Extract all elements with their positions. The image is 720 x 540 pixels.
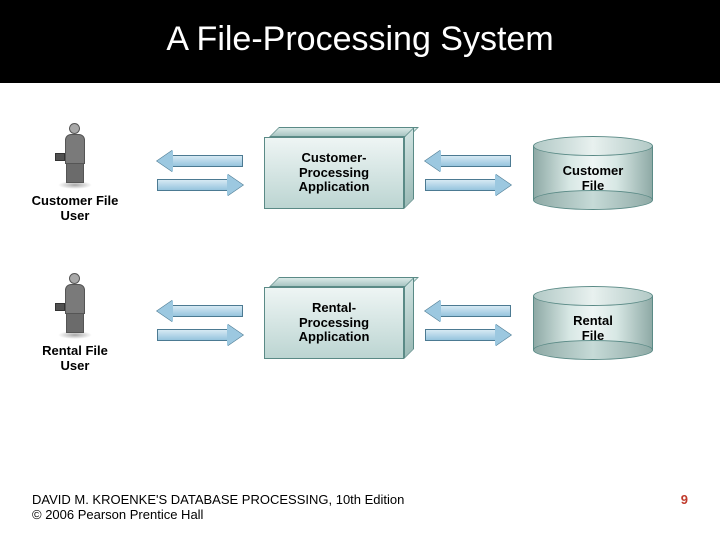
flow-row-rental: Rental File User Rental- Processing Appl… (0, 258, 720, 388)
footer-attribution: DAVID M. KROENKE'S DATABASE PROCESSING, … (32, 492, 404, 522)
arrow-left-icon (425, 152, 511, 170)
file-label: Customer File (533, 164, 653, 194)
user-label: Customer File User (0, 194, 150, 224)
arrow-right-icon (157, 326, 243, 344)
arrow-pair (418, 302, 518, 344)
database-cylinder-icon: Customer File (533, 136, 653, 210)
slide-title: A File-Processing System (0, 20, 720, 59)
user-column: Customer File User (0, 123, 150, 224)
application-column: Rental- Processing Application (250, 287, 418, 359)
arrow-pair (150, 152, 250, 194)
arrow-left-icon (425, 302, 511, 320)
application-box: Customer- Processing Application (264, 137, 404, 209)
application-label: Rental- Processing Application (264, 287, 404, 359)
person-icon (59, 123, 91, 185)
arrow-right-icon (425, 176, 511, 194)
application-box: Rental- Processing Application (264, 287, 404, 359)
arrow-right-icon (425, 326, 511, 344)
application-label: Customer- Processing Application (264, 137, 404, 209)
arrow-left-icon (157, 152, 243, 170)
arrow-pair (418, 152, 518, 194)
diagram-canvas: Customer File User Customer- Processing … (0, 83, 720, 443)
user-label: Rental File User (0, 344, 150, 374)
file-column: Rental File (518, 286, 668, 360)
file-label: Rental File (533, 314, 653, 344)
arrow-left-icon (157, 302, 243, 320)
page-number: 9 (681, 492, 688, 522)
database-cylinder-icon: Rental File (533, 286, 653, 360)
application-column: Customer- Processing Application (250, 137, 418, 209)
arrow-pair (150, 302, 250, 344)
slide-title-bar: A File-Processing System (0, 0, 720, 83)
user-column: Rental File User (0, 273, 150, 374)
file-column: Customer File (518, 136, 668, 210)
slide-footer: DAVID M. KROENKE'S DATABASE PROCESSING, … (32, 492, 688, 522)
flow-row-customer: Customer File User Customer- Processing … (0, 108, 720, 238)
arrow-right-icon (157, 176, 243, 194)
person-icon (59, 273, 91, 335)
